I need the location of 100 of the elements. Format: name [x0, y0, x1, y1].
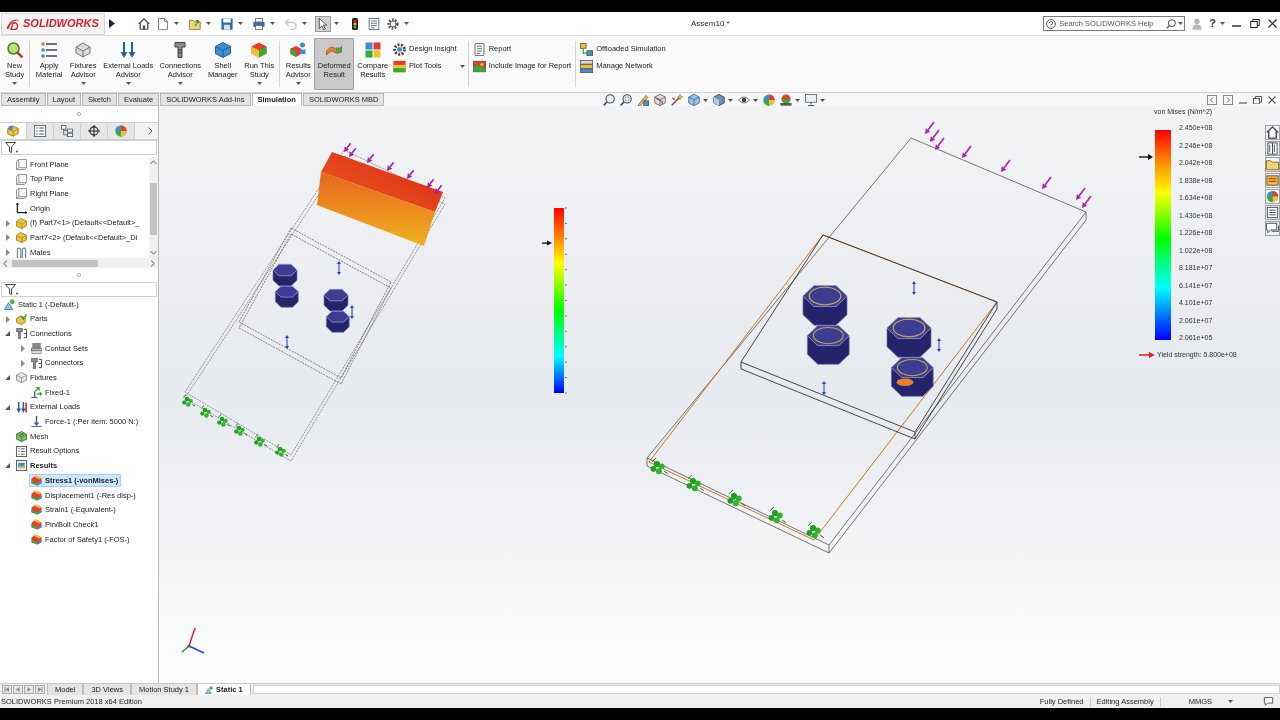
- block-icon: [16, 372, 27, 384]
- part-icon: [16, 217, 27, 229]
- panel-tab[interactable]: [0, 123, 27, 139]
- caret-icon[interactable]: [728, 98, 733, 102]
- close-icon[interactable]: [1268, 96, 1276, 104]
- caret-icon[interactable]: [334, 22, 339, 25]
- minimize-icon[interactable]: [1239, 101, 1247, 104]
- caret-icon[interactable]: [125, 82, 131, 85]
- expand-arrow-icon[interactable]: [20, 359, 25, 367]
- wand-icon[interactable]: [671, 94, 683, 106]
- splitter-grip-icon[interactable]: [77, 273, 81, 277]
- search-icon[interactable]: [1166, 18, 1177, 29]
- collapse-arrow-icon[interactable]: [5, 404, 10, 410]
- filter-field[interactable]: [1, 282, 157, 297]
- expand-arrow-icon[interactable]: [20, 344, 25, 352]
- close-icon[interactable]: [1268, 19, 1277, 28]
- next-arrow-icon[interactable]: [24, 685, 34, 694]
- restore-icon[interactable]: [1253, 96, 1262, 104]
- caret-icon[interactable]: [1228, 700, 1233, 703]
- study-icon: [4, 298, 15, 310]
- options-button[interactable]: [385, 15, 401, 32]
- library-icon[interactable]: [1265, 173, 1280, 188]
- traffic-light-icon: [349, 17, 361, 30]
- cube-icon[interactable]: [688, 94, 700, 106]
- panel-right-icon[interactable]: [1223, 95, 1233, 105]
- color-ball-icon[interactable]: [763, 94, 775, 106]
- fixture-marker: [686, 474, 705, 492]
- house-icon[interactable]: [1265, 125, 1280, 140]
- list-icon: [41, 42, 58, 58]
- caret-icon[interactable]: [238, 22, 243, 25]
- magnifier-icon: [6, 42, 23, 58]
- caret-icon[interactable]: [295, 82, 301, 85]
- collapse-arrow-icon[interactable]: [5, 463, 10, 469]
- collapse-arrow-icon[interactable]: [5, 375, 10, 381]
- chevron-right-icon[interactable]: [148, 127, 153, 135]
- panel-tab[interactable]: [108, 123, 135, 139]
- select-button[interactable]: [315, 15, 331, 32]
- caret-icon[interactable]: [270, 22, 275, 25]
- server-stack-icon: [580, 59, 594, 73]
- new-document-button[interactable]: [155, 15, 171, 32]
- caret-icon[interactable]: [177, 82, 183, 85]
- filter-field[interactable]: [1, 140, 157, 155]
- flyout-arrow-icon[interactable]: [109, 19, 115, 28]
- help-button[interactable]: ?: [1209, 18, 1216, 29]
- magnifier-icon[interactable]: [620, 94, 632, 106]
- caret-icon[interactable]: [174, 22, 179, 25]
- list-document-icon: [368, 17, 380, 30]
- folder-icon[interactable]: [1265, 157, 1280, 172]
- connector-arrow: [337, 261, 341, 275]
- previous-arrow-icon[interactable]: [13, 685, 23, 694]
- book-icon[interactable]: [1265, 141, 1280, 156]
- restore-icon[interactable]: [1250, 19, 1260, 28]
- section-cube-icon[interactable]: [654, 94, 666, 106]
- arrow-icon: [1139, 352, 1155, 358]
- home-button[interactable]: [136, 15, 152, 32]
- expand-arrow-icon[interactable]: [5, 315, 10, 323]
- caret-icon[interactable]: [1178, 22, 1184, 25]
- chat-icon[interactable]: [1265, 221, 1280, 236]
- chat-icon[interactable]: [1263, 696, 1274, 707]
- vertical-scrollbar[interactable]: [149, 157, 158, 258]
- connector-arrow: [350, 305, 354, 319]
- monitor-icon[interactable]: [805, 94, 817, 106]
- panel-tab[interactable]: [54, 123, 81, 139]
- print-button[interactable]: [251, 15, 267, 32]
- expand-arrow-icon[interactable]: [5, 219, 10, 227]
- expand-arrow-icon[interactable]: [5, 248, 10, 256]
- scroll-thumb[interactable]: [150, 183, 157, 235]
- caret-icon[interactable]: [12, 82, 18, 85]
- caret-icon[interactable]: [703, 98, 708, 102]
- caret-icon[interactable]: [820, 98, 825, 102]
- splitter-grip-icon[interactable]: [77, 112, 81, 116]
- caret-icon[interactable]: [753, 98, 758, 102]
- collapse-arrow-icon[interactable]: [5, 331, 10, 337]
- magnifier-icon[interactable]: [603, 94, 615, 106]
- caret-icon[interactable]: [80, 82, 86, 85]
- caret-icon[interactable]: [459, 65, 465, 68]
- scene-ball-icon[interactable]: [780, 94, 792, 106]
- caret-icon[interactable]: [256, 82, 262, 85]
- properties-button[interactable]: [366, 15, 382, 32]
- list-icon[interactable]: [1265, 205, 1280, 220]
- pencil-cube-icon[interactable]: [637, 94, 649, 106]
- caret-icon[interactable]: [206, 22, 211, 25]
- caret-icon[interactable]: [404, 22, 409, 25]
- panel-tab[interactable]: [27, 123, 54, 139]
- force-arrow: [935, 137, 945, 150]
- panel-tab[interactable]: [81, 123, 108, 139]
- scroll-thumb[interactable]: [12, 259, 98, 267]
- color-ball-icon[interactable]: [1265, 189, 1280, 204]
- connector-arrow: [285, 335, 289, 349]
- last-arrow-icon[interactable]: [35, 685, 45, 694]
- ds-logo-icon: [6, 17, 20, 30]
- expand-arrow-icon[interactable]: [5, 234, 10, 242]
- horizontal-scrollbar[interactable]: [0, 258, 158, 268]
- eye-icon[interactable]: [738, 94, 750, 106]
- caret-icon[interactable]: [1220, 22, 1225, 25]
- caret-icon[interactable]: [795, 98, 800, 102]
- panel-left-icon[interactable]: [1207, 95, 1217, 105]
- first-arrow-icon[interactable]: [2, 685, 12, 694]
- save-button[interactable]: [219, 15, 235, 32]
- shaded-cube-icon[interactable]: [713, 94, 725, 106]
